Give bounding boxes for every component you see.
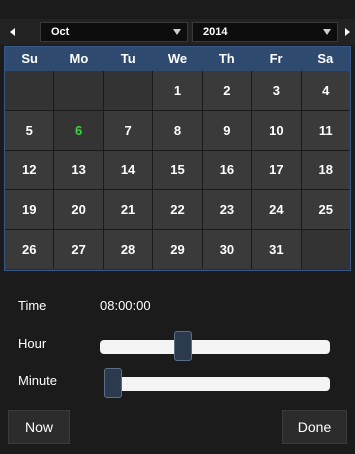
day-cell-today[interactable]: 6 <box>54 110 103 150</box>
weekday-header: Su Mo Tu We Th Fr Sa <box>5 47 350 71</box>
day-cell[interactable]: 22 <box>153 190 202 230</box>
day-cell[interactable]: 14 <box>103 150 153 190</box>
chevron-down-icon <box>323 29 331 35</box>
day-cell[interactable]: 4 <box>301 71 350 110</box>
year-select[interactable]: 2014 <box>192 22 338 42</box>
time-value: 08:00:00 <box>100 298 151 313</box>
minute-label: Minute <box>18 373 58 388</box>
day-cell[interactable]: 27 <box>54 230 103 269</box>
day-cell[interactable]: 11 <box>301 110 350 150</box>
day-cell[interactable]: 3 <box>252 71 301 110</box>
day-cell[interactable]: 16 <box>202 150 252 190</box>
day-cell[interactable]: 23 <box>202 190 252 230</box>
calendar-grid: Su Mo Tu We Th Fr Sa 1 2 3 4 5 6 7 8 9 10 11 12 13 14… <box>4 46 351 271</box>
year-select-value: 2014 <box>203 26 228 38</box>
day-cell[interactable]: 29 <box>153 230 202 269</box>
month-select[interactable]: Oct <box>40 22 188 42</box>
weekday-label: Sa <box>317 51 334 66</box>
day-cell[interactable]: 31 <box>252 230 301 269</box>
day-cell[interactable]: 9 <box>202 110 252 150</box>
hour-label: Hour <box>18 336 47 351</box>
minute-slider[interactable] <box>104 368 330 398</box>
day-cell[interactable]: 2 <box>202 71 252 110</box>
weekday-label: Mo <box>69 51 89 66</box>
chevron-left-icon <box>9 28 15 36</box>
next-month-button[interactable] <box>340 24 354 40</box>
day-cell[interactable]: 28 <box>103 230 153 269</box>
weekday-label: Su <box>21 51 38 66</box>
day-cell[interactable]: 25 <box>301 190 350 230</box>
day-cell[interactable]: 1 <box>153 71 202 110</box>
empty-day-cell <box>301 230 350 269</box>
done-button[interactable]: Done <box>282 410 347 444</box>
month-select-value: Oct <box>51 26 70 38</box>
weekday-label: We <box>167 51 188 66</box>
day-cell[interactable]: 7 <box>103 110 153 150</box>
day-cell[interactable]: 26 <box>5 230 54 269</box>
day-cell[interactable]: 20 <box>54 190 103 230</box>
now-button[interactable]: Now <box>8 410 70 444</box>
chevron-right-icon <box>344 28 350 36</box>
day-cell[interactable]: 18 <box>301 150 350 190</box>
empty-day-cell <box>54 71 103 110</box>
hour-slider[interactable] <box>100 331 330 361</box>
prev-month-button[interactable] <box>5 24 19 40</box>
day-cell[interactable]: 17 <box>252 150 301 190</box>
empty-day-cell <box>103 71 153 110</box>
month-year-bar: Oct 2014 <box>0 19 355 45</box>
day-cell[interactable]: 12 <box>5 150 54 190</box>
weekday-label: Fr <box>269 51 283 66</box>
day-cell[interactable]: 24 <box>252 190 301 230</box>
minute-slider-thumb[interactable] <box>104 368 122 398</box>
day-cell[interactable]: 21 <box>103 190 153 230</box>
empty-day-cell <box>5 71 54 110</box>
chevron-down-icon <box>173 29 181 35</box>
weekday-label: Tu <box>120 51 136 66</box>
day-cells: 1 2 3 4 5 6 7 8 9 10 11 12 13 14 15 16 17 18 19 20 21 22 23 24 2… <box>5 71 350 269</box>
day-cell[interactable]: 5 <box>5 110 54 150</box>
day-cell[interactable]: 30 <box>202 230 252 269</box>
datetime-picker: Oct 2014 Su Mo Tu We Th Fr Sa 1234567891… <box>0 0 355 454</box>
day-cell[interactable]: 8 <box>153 110 202 150</box>
hour-slider-thumb[interactable] <box>174 331 192 361</box>
time-label: Time <box>18 298 47 313</box>
weekday-label: Th <box>218 51 235 66</box>
day-cell[interactable]: 15 <box>153 150 202 190</box>
day-cell[interactable]: 13 <box>54 150 103 190</box>
day-cell[interactable]: 10 <box>252 110 301 150</box>
day-cell[interactable]: 19 <box>5 190 54 230</box>
